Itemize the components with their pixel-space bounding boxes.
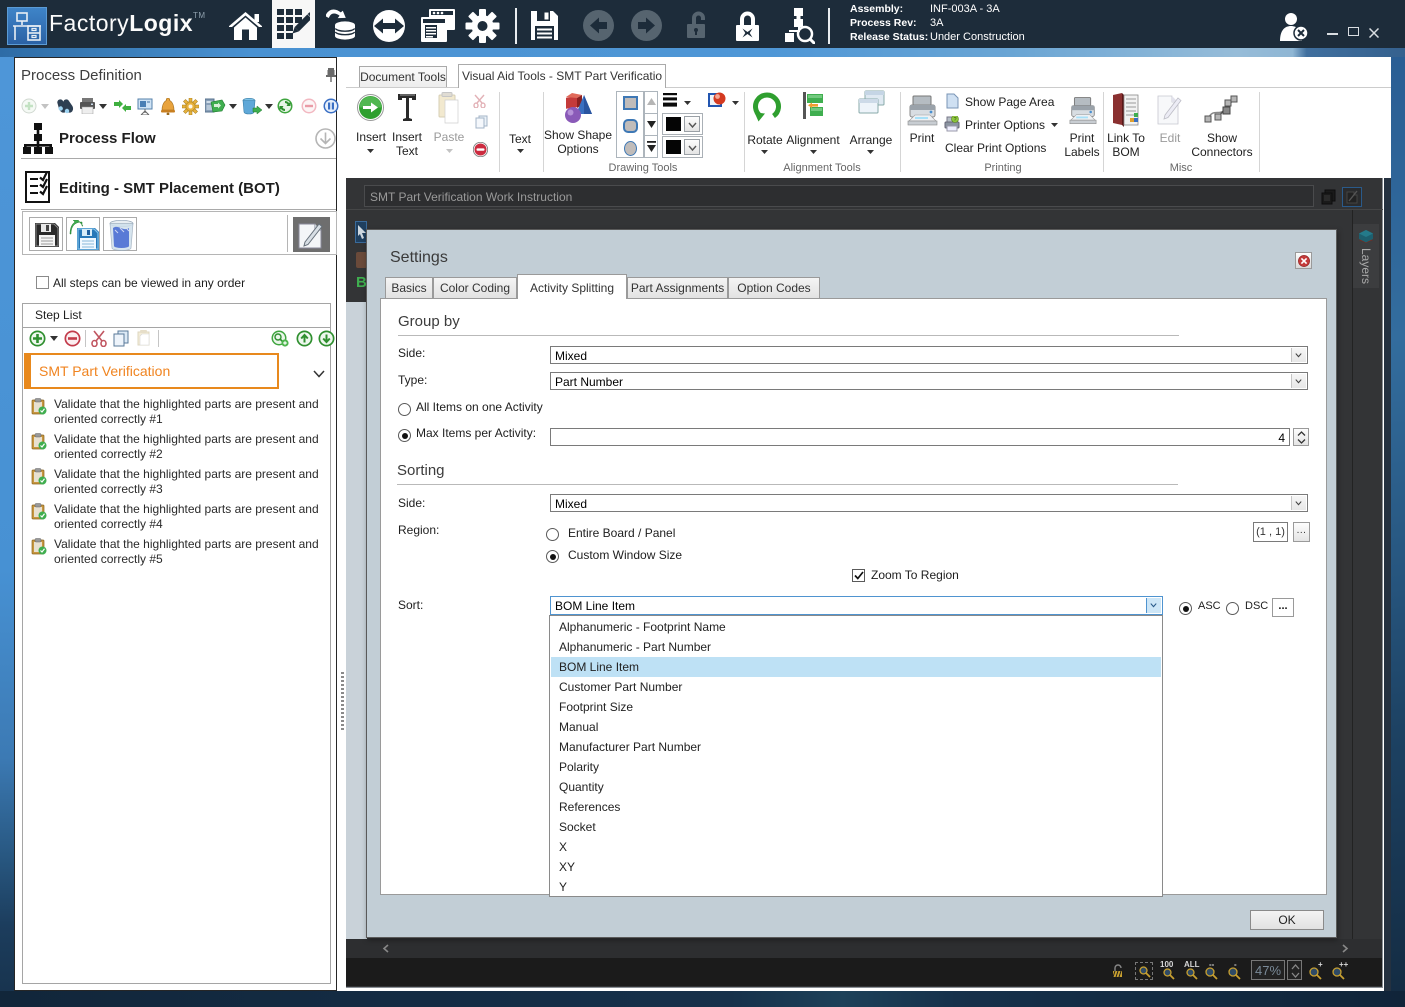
svg-text:?: ? xyxy=(953,117,956,123)
